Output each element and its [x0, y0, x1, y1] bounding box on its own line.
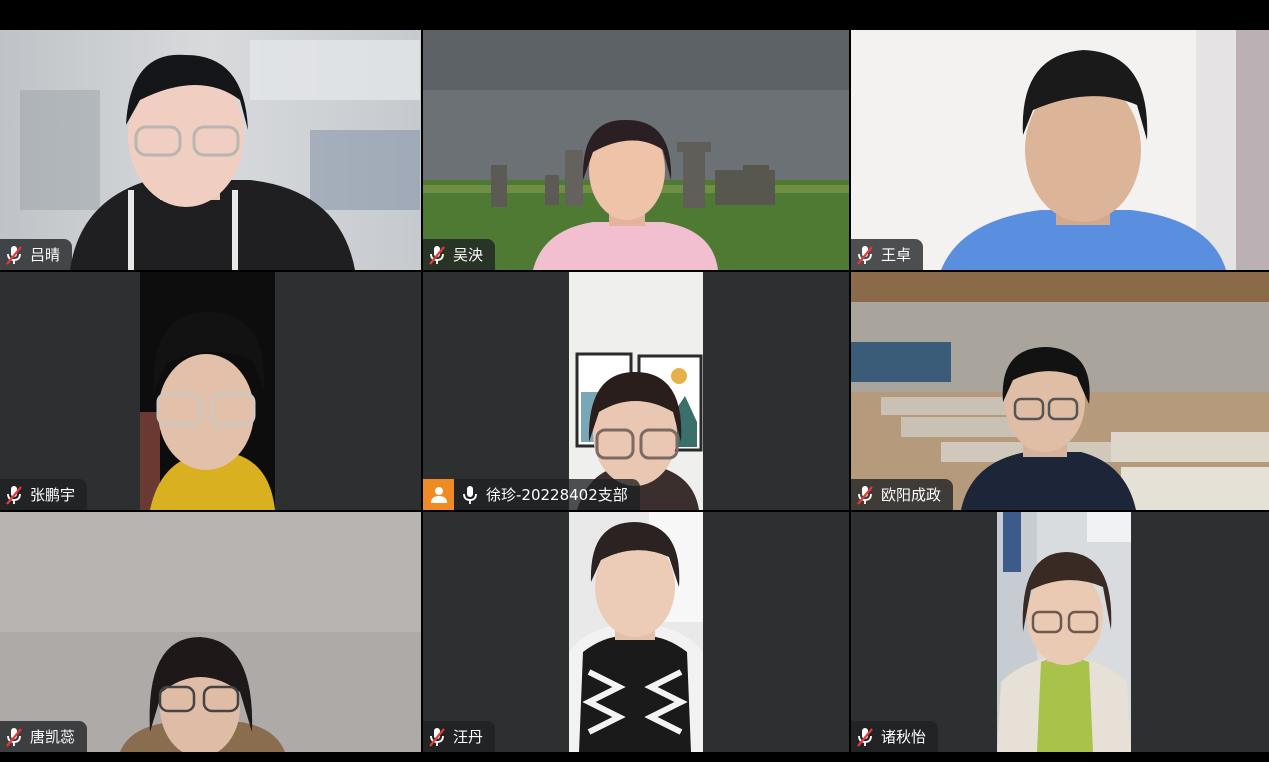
participant-video — [569, 512, 703, 752]
participant-name: 徐珍-20228402支部 — [486, 486, 628, 504]
participant-name: 汪丹 — [453, 728, 484, 746]
participant-video — [997, 512, 1131, 752]
participant-name-tag: 欧阳成政 — [851, 479, 954, 510]
participant-tile[interactable]: 徐珍-20228402支部 — [423, 272, 849, 510]
participant-tile[interactable]: 吴泱 — [423, 30, 849, 270]
participant-tile[interactable]: 汪丹 — [423, 512, 849, 752]
participant-video — [851, 272, 1269, 510]
participant-name-tag: 唐凯蕊 — [0, 721, 88, 752]
mic-muted-icon — [6, 727, 22, 747]
meeting-window: 吕晴 吴泱 王卓 张鹏宇 徐珍-20228402支部 欧阳成政 唐凯蕊 汪丹 诸… — [0, 0, 1269, 762]
participant-name-tag: 徐珍-20228402支部 — [423, 479, 640, 510]
participant-name: 欧阳成政 — [881, 486, 942, 504]
mic-icon — [463, 485, 477, 504]
participant-name: 吕晴 — [30, 246, 61, 264]
participant-name: 王卓 — [881, 246, 912, 264]
mic-muted-icon — [6, 485, 22, 505]
video-grid: 吕晴 吴泱 王卓 张鹏宇 徐珍-20228402支部 欧阳成政 唐凯蕊 汪丹 诸… — [0, 30, 1269, 752]
participant-name: 吴泱 — [453, 246, 484, 264]
participant-tile[interactable]: 唐凯蕊 — [0, 512, 421, 752]
participant-name-tag: 诸秋怡 — [851, 721, 939, 752]
participant-video — [140, 272, 275, 510]
participant-name: 诸秋怡 — [881, 728, 927, 746]
mic-muted-icon — [429, 727, 445, 747]
mic-muted-icon — [857, 485, 873, 505]
participant-name: 唐凯蕊 — [30, 728, 76, 746]
participant-tile[interactable]: 王卓 — [851, 30, 1269, 270]
participant-tile[interactable]: 欧阳成政 — [851, 272, 1269, 510]
participant-tile[interactable]: 诸秋怡 — [851, 512, 1269, 752]
person-icon — [423, 479, 454, 510]
mic-muted-icon — [429, 245, 445, 265]
mic-muted-icon — [857, 245, 873, 265]
participant-name-tag: 张鹏宇 — [0, 479, 88, 510]
participant-name-tag: 汪丹 — [423, 721, 496, 752]
participant-video — [0, 512, 421, 752]
participant-tile[interactable]: 吕晴 — [0, 30, 421, 270]
participant-tile[interactable]: 张鹏宇 — [0, 272, 421, 510]
participant-name-tag: 吕晴 — [0, 239, 73, 270]
mic-muted-icon — [857, 727, 873, 747]
participant-name-tag: 吴泱 — [423, 239, 496, 270]
mic-muted-icon — [6, 245, 22, 265]
bottom-bar — [0, 752, 1269, 762]
participant-video — [0, 30, 421, 270]
participant-name: 张鹏宇 — [30, 486, 76, 504]
participant-name-tag: 王卓 — [851, 239, 924, 270]
participant-video — [569, 272, 703, 510]
participant-video — [423, 30, 849, 270]
participant-video — [851, 30, 1269, 270]
